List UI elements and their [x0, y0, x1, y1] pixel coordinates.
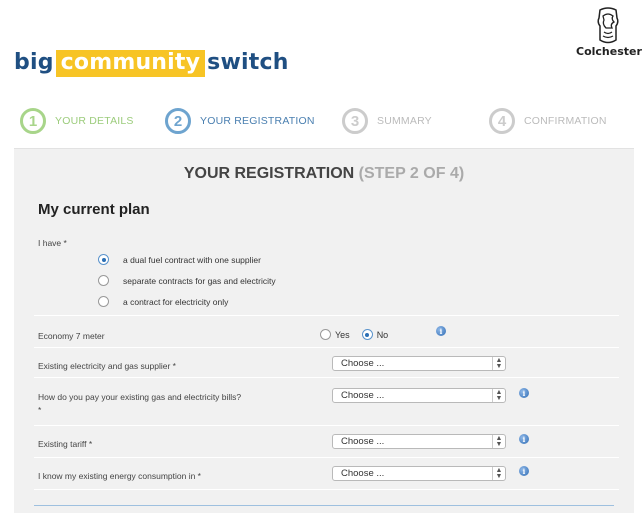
payment-info-icon[interactable]: i — [519, 388, 529, 398]
supplier-select[interactable]: Choose ... ▲ ▼ — [332, 356, 506, 371]
logo-word-big: big — [14, 50, 54, 75]
section-title: My current plan — [38, 201, 150, 218]
panel-title-main: YOUR REGISTRATION — [183, 165, 355, 182]
radio-unselected-icon[interactable] — [98, 296, 109, 307]
payment-label-line1: How do you pay your existing gas and ele… — [38, 392, 242, 402]
tariff-select-value: Choose ... — [341, 436, 385, 447]
economy7-no-label[interactable]: No — [377, 330, 389, 340]
step-number: 2 — [165, 108, 191, 134]
divider — [34, 505, 614, 506]
partner-logo: Colchester — [576, 6, 642, 58]
economy7-label: Economy 7 meter — [38, 331, 105, 341]
radio-unselected-icon[interactable] — [98, 275, 109, 286]
panel-title-step: (STEP 2 OF 4) — [358, 165, 465, 182]
tariff-info-icon[interactable]: i — [519, 434, 529, 444]
economy7-no-radio[interactable] — [361, 329, 373, 340]
option-label: a dual fuel contract with one supplier — [123, 254, 261, 265]
supplier-select-value: Choose ... — [341, 358, 385, 369]
tariff-row: Existing tariff * Choose ... ▲ ▼ i — [34, 427, 619, 458]
step-confirmation[interactable]: 4 CONFIRMATION — [489, 108, 607, 134]
partner-name: Colchester — [576, 45, 642, 58]
panel-title: YOUR REGISTRATION (STEP 2 OF 4) — [14, 165, 634, 183]
option-label: a contract for electricity only — [123, 296, 229, 307]
site-logo[interactable]: big community switch — [14, 50, 289, 77]
progress-steps: 1 YOUR DETAILS 2 YOUR REGISTRATION 3 SUM… — [20, 108, 630, 134]
consumption-info-icon[interactable]: i — [519, 466, 529, 476]
select-arrows-icon: ▲ ▼ — [492, 389, 505, 402]
colchester-crest-icon — [597, 7, 619, 44]
step-label: YOUR DETAILS — [55, 115, 134, 127]
payment-select-value: Choose ... — [341, 390, 385, 401]
economy7-yes-label[interactable]: Yes — [335, 330, 350, 340]
option-electricity-only[interactable]: a contract for electricity only — [98, 296, 228, 307]
consumption-select-value: Choose ... — [341, 468, 385, 479]
supplier-label: Existing electricity and gas supplier * — [38, 361, 176, 371]
consumption-label: I know my existing energy consumption in… — [38, 471, 201, 481]
economy7-info-icon[interactable]: i — [436, 326, 446, 336]
step-your-registration[interactable]: 2 YOUR REGISTRATION — [165, 108, 315, 134]
i-have-label: I have * — [38, 238, 67, 248]
select-arrows-icon: ▲ ▼ — [492, 357, 505, 370]
economy7-yes-radio[interactable] — [320, 329, 331, 340]
economy7-options: Yes No — [320, 329, 388, 340]
tariff-label: Existing tariff * — [38, 439, 93, 449]
tariff-select[interactable]: Choose ... ▲ ▼ — [332, 434, 506, 449]
payment-label-line2: * — [38, 405, 42, 415]
select-arrows-icon: ▲ ▼ — [492, 435, 505, 448]
step-summary[interactable]: 3 SUMMARY — [342, 108, 432, 134]
option-separate-contracts[interactable]: separate contracts for gas and electrici… — [98, 275, 276, 286]
option-dual-fuel[interactable]: a dual fuel contract with one supplier — [98, 254, 261, 265]
step-label: SUMMARY — [377, 115, 432, 127]
step-number: 3 — [342, 108, 368, 134]
step-your-details[interactable]: 1 YOUR DETAILS — [20, 108, 134, 134]
consumption-select[interactable]: Choose ... ▲ ▼ — [332, 466, 506, 481]
step-label: YOUR REGISTRATION — [200, 115, 315, 127]
payment-label: How do you pay your existing gas and ele… — [38, 391, 241, 417]
registration-panel: YOUR REGISTRATION (STEP 2 OF 4) My curre… — [14, 148, 634, 513]
step-number: 4 — [489, 108, 515, 134]
consumption-row: I know my existing energy consumption in… — [34, 459, 619, 490]
payment-select[interactable]: Choose ... ▲ ▼ — [332, 388, 506, 403]
i-have-row: I have * a dual fuel contract with one s… — [34, 233, 619, 316]
economy7-row: Economy 7 meter Yes No i — [34, 319, 619, 348]
select-arrows-icon: ▲ ▼ — [492, 467, 505, 480]
option-label: separate contracts for gas and electrici… — [123, 275, 276, 286]
payment-row: How do you pay your existing gas and ele… — [34, 379, 619, 426]
supplier-row: Existing electricity and gas supplier * … — [34, 349, 619, 378]
step-label: CONFIRMATION — [524, 115, 607, 127]
radio-selected-icon[interactable] — [98, 254, 109, 265]
logo-word-switch: switch — [207, 50, 289, 75]
logo-word-community: community — [55, 50, 206, 77]
step-number: 1 — [20, 108, 46, 134]
